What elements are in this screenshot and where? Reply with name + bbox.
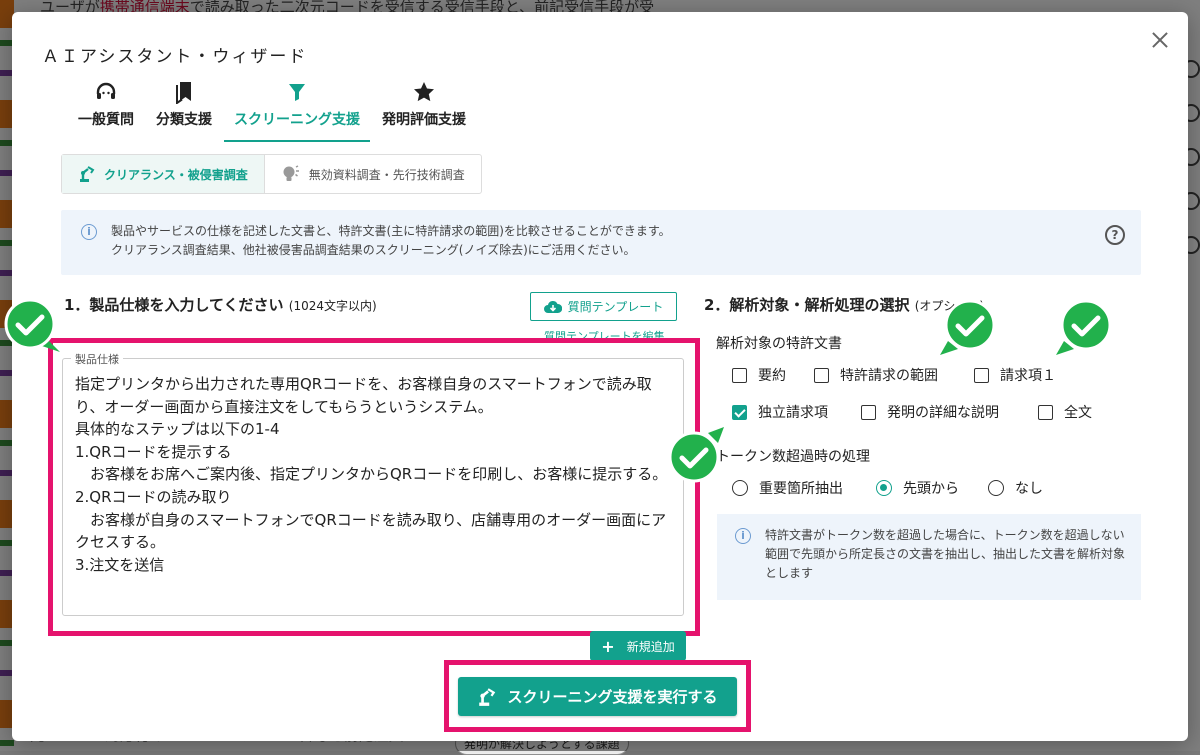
lightbulb-icon — [283, 165, 299, 181]
radio-none[interactable]: なし — [988, 478, 1043, 498]
tab-label: 発明評価支援 — [382, 112, 466, 128]
close-icon[interactable] — [1148, 28, 1172, 52]
target-documents-label: 解析対象の特許文書 — [716, 336, 842, 352]
checkbox-full-text[interactable]: 全文 — [1038, 402, 1092, 422]
filter-icon — [234, 80, 360, 104]
ai-assistant-wizard-dialog: ＡＩアシスタント・ウィザード 一般質問 分類支援 スクリーニング支援 発明評価支… — [4, 12, 1188, 741]
subtab-label: 無効資料調査・先行技術調査 — [308, 167, 465, 182]
star-icon — [382, 80, 466, 104]
info-icon: i — [81, 224, 97, 240]
radio-dot — [732, 480, 748, 496]
section1-title: 1．製品仕様を入力してください (1024文字以内) — [64, 296, 377, 314]
tab-screening-support[interactable]: スクリーニング支援 — [224, 80, 370, 142]
token-info-box: i 特許文書がトークン数を超過した場合に、トークン数を超過しない範囲で先頭から所… — [717, 514, 1141, 600]
tab-invention-evaluation[interactable]: 発明評価支援 — [372, 80, 476, 140]
checkbox-abstract[interactable]: 要約 — [732, 365, 786, 385]
checkbox-box — [974, 367, 989, 383]
question-template-button[interactable]: 質問テンプレート — [530, 292, 677, 321]
tab-label: 一般質問 — [78, 112, 134, 128]
main-tabs: 一般質問 分類支援 スクリーニング支援 発明評価支援 — [68, 80, 478, 142]
token-overflow-label: トークン数超過時の処理 — [716, 449, 870, 465]
checkbox-claims[interactable]: 特許請求の範囲 — [814, 365, 938, 385]
radio-dot-selected — [876, 480, 892, 496]
run-screening-button[interactable]: スクリーニング支援を実行する — [458, 677, 737, 716]
checkbox-box — [861, 404, 876, 420]
cloud-download-icon — [543, 300, 562, 313]
headset-icon — [78, 80, 134, 104]
checkbox-box — [814, 367, 829, 383]
highlight-frame-input — [48, 338, 700, 636]
subtab-label: クリアランス・被侵害調査 — [104, 167, 248, 182]
check-marker-icon — [668, 427, 724, 483]
check-marker-icon — [940, 299, 996, 355]
add-new-button[interactable]: + 新規追加 — [590, 631, 686, 661]
subtab-clearance-infringement[interactable]: クリアランス・被侵害調査 — [62, 155, 265, 193]
radio-important-extraction[interactable]: 重要箇所抽出 — [732, 478, 843, 498]
info-icon: i — [735, 528, 751, 544]
tab-general-question[interactable]: 一般質問 — [68, 80, 144, 140]
radio-dot — [988, 480, 1004, 496]
subtab-invalidity-prior-art[interactable]: 無効資料調査・先行技術調査 — [265, 155, 481, 193]
checkbox-detailed-description[interactable]: 発明の詳細な説明 — [861, 402, 999, 422]
sub-tabs: クリアランス・被侵害調査 無効資料調査・先行技術調査 — [61, 154, 482, 194]
tab-classification-support[interactable]: 分類支援 — [146, 80, 222, 140]
info-box: i 製品やサービスの仕様を記述した文書と、特許文書(主に特許請求の範囲)を比較さ… — [61, 210, 1141, 275]
robot-arm-icon — [479, 687, 496, 706]
dialog-title: ＡＩアシスタント・ウィザード — [42, 47, 308, 67]
checkbox-box-checked — [732, 404, 747, 420]
checkbox-claim-1[interactable]: 請求項１ — [974, 365, 1056, 385]
radio-from-beginning[interactable]: 先頭から — [876, 478, 959, 498]
check-marker-icon — [4, 298, 60, 352]
check-marker-icon — [1056, 299, 1112, 355]
checkbox-independent-claims[interactable]: 独立請求項 — [732, 402, 828, 422]
tab-label: スクリーニング支援 — [234, 112, 360, 128]
info-text: 製品やサービスの仕様を記述した文書と、特許文書(主に特許請求の範囲)を比較させる… — [111, 224, 671, 257]
token-info-text: 特許文書がトークン数を超過した場合に、トークン数を超過しない範囲で先頭から所定長… — [765, 528, 1126, 580]
tab-label: 分類支援 — [156, 112, 212, 128]
help-icon[interactable]: ? — [1105, 225, 1125, 245]
checkbox-box — [1038, 404, 1053, 420]
robot-arm-icon — [80, 166, 95, 182]
checkbox-box — [732, 367, 747, 383]
bookmark-icon — [156, 80, 212, 105]
